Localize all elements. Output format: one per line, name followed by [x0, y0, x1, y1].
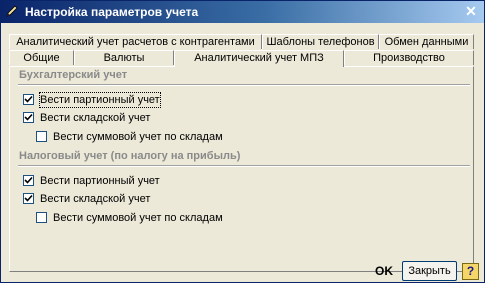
tab-production[interactable]: Производство [344, 50, 474, 65]
tab-label: Производство [373, 52, 445, 64]
tax-group-title: Налоговый учет (по налогу на прибыль) [19, 150, 241, 162]
checkbox-label: Вести складской учет [40, 112, 151, 124]
checkbox[interactable] [36, 131, 47, 142]
tab-label: Шаблоны телефонов [266, 36, 375, 48]
tab-label: Аналитический учет расчетов с контрагент… [16, 36, 255, 48]
tab-label: Общие [23, 52, 60, 64]
tab-phone-templates[interactable]: Шаблоны телефонов [262, 34, 379, 49]
divider [18, 165, 470, 167]
checkbox-label: Вести суммовой учет по складам [53, 131, 223, 143]
title-bar[interactable]: Настройка параметров учета ✕ [1, 1, 484, 23]
divider [18, 84, 470, 86]
accounting-group-title: Бухгалтерский учет [19, 69, 128, 81]
checkbox[interactable] [23, 94, 34, 105]
checkbox[interactable] [23, 112, 34, 123]
checkbox[interactable] [23, 193, 34, 204]
close-button[interactable]: Закрыть [402, 261, 457, 281]
close-icon[interactable]: ✕ [464, 4, 478, 18]
dialog-footer: OK Закрыть ? [1, 260, 484, 282]
tab-label: Обмен данными [384, 36, 469, 48]
tab-data-exchange[interactable]: Обмен данными [379, 34, 474, 49]
checkbox-label: Вести партионный учет [40, 175, 160, 187]
checkbox[interactable] [36, 212, 47, 223]
tab-counterparty-analytics[interactable]: Аналитический учет расчетов с контрагент… [9, 34, 262, 49]
dialog-body: Аналитический учет расчетов с контрагент… [1, 23, 484, 282]
checkbox-label: Вести складской учет [40, 193, 151, 205]
tab-label: Валюты [103, 52, 145, 64]
tab-currencies[interactable]: Валюты [74, 50, 174, 65]
tab-panel: Бухгалтерский учет Вести партионный учет… [9, 66, 474, 272]
checkbox-label: Вести партионный учет [39, 92, 161, 108]
settings-dialog: Настройка параметров учета ✕ Аналитическ… [0, 0, 485, 283]
tab-label: Аналитический учет МПЗ [194, 52, 324, 64]
window-title: Настройка параметров учета [25, 5, 199, 19]
ok-button[interactable]: OK [375, 264, 393, 278]
tab-general[interactable]: Общие [9, 50, 74, 65]
checkbox-label: Вести суммовой учет по складам [53, 212, 223, 224]
help-icon[interactable]: ? [462, 263, 479, 280]
tab-inventory-analytics[interactable]: Аналитический учет МПЗ [174, 50, 344, 67]
pencil-icon [5, 4, 19, 18]
checkbox[interactable] [23, 175, 34, 186]
